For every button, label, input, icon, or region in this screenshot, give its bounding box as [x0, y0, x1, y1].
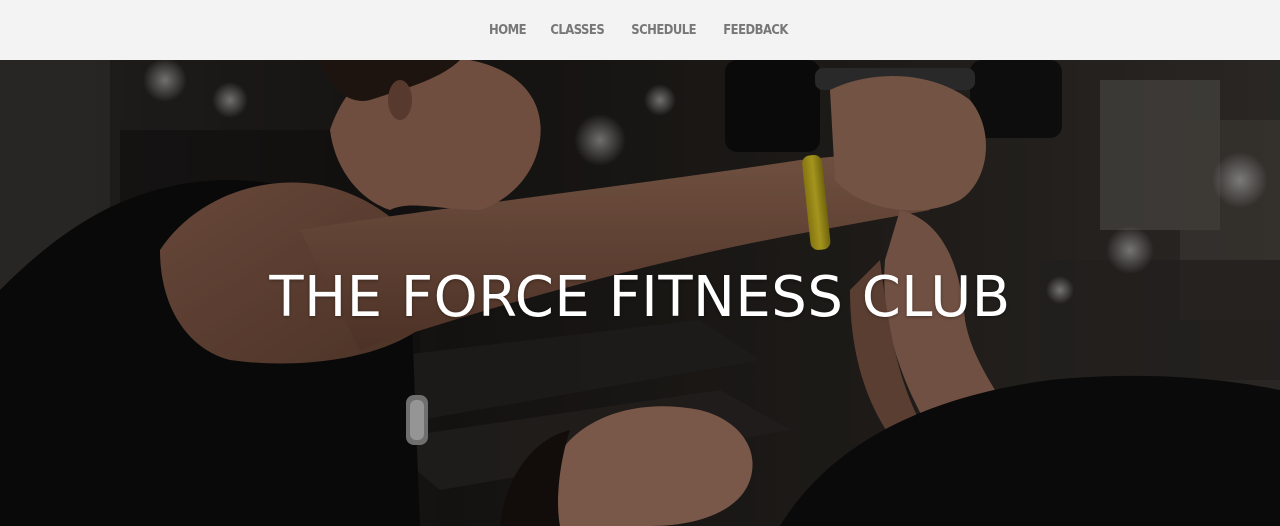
nav-item-home: HOME	[486, 21, 529, 39]
nav-link-feedback[interactable]: FEEDBACK	[724, 22, 789, 38]
nav-item-schedule: SCHEDULE	[626, 21, 701, 39]
nav-item-classes: CLASSES	[546, 21, 609, 39]
nav-link-schedule[interactable]: SCHEDULE	[631, 22, 696, 38]
top-navbar: HOME CLASSES SCHEDULE FEEDBACK	[0, 0, 1280, 60]
nav-menu: HOME CLASSES SCHEDULE FEEDBACK	[486, 21, 793, 39]
hero-banner: THE FORCE FITNESS CLUB	[0, 60, 1280, 526]
nav-item-feedback: FEEDBACK	[718, 21, 793, 39]
nav-link-classes[interactable]: CLASSES	[551, 22, 605, 38]
nav-link-home[interactable]: HOME	[489, 22, 527, 38]
hero-title: THE FORCE FITNESS CLUB	[269, 265, 1011, 330]
